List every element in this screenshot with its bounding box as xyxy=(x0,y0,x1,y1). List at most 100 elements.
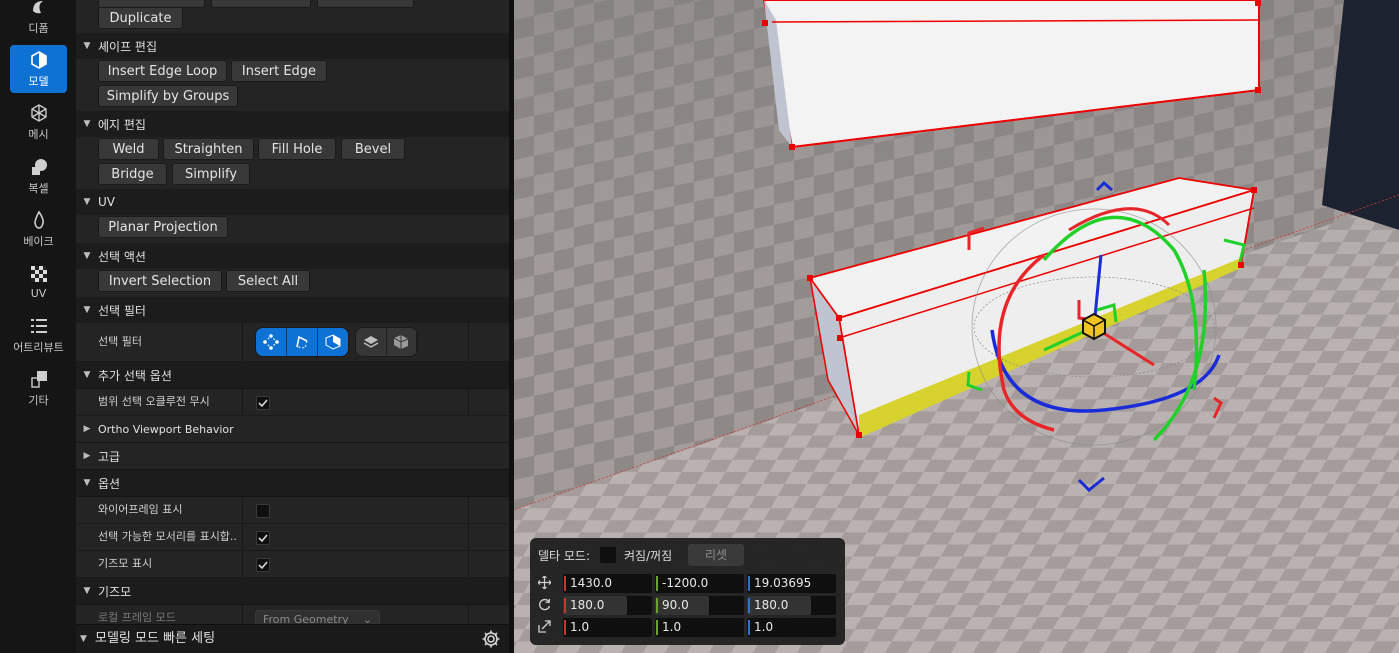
gizmo-pivot-icon[interactable] xyxy=(1082,312,1106,341)
model-icon xyxy=(29,50,49,70)
tool-panel: Duplicate ▼ 셰이프 편집 Insert Edge Loop Inse… xyxy=(76,0,510,653)
face-filter-icon[interactable] xyxy=(318,328,348,356)
invert-selection-button[interactable]: Invert Selection xyxy=(98,270,222,292)
insert-edge-button[interactable]: Insert Edge xyxy=(231,60,327,82)
planar-projection-button[interactable]: Planar Projection xyxy=(98,216,228,238)
insert-edge-loop-button[interactable]: Insert Edge Loop xyxy=(98,60,227,82)
straighten-button[interactable]: Straighten xyxy=(163,138,254,160)
mode-strip: 디폼 모델 메시 복셀 베이크 UV 어트리뷰트 기타 xyxy=(0,0,76,653)
mode-label: 모델 xyxy=(28,74,49,88)
section-title: 옵션 xyxy=(98,476,121,491)
collapse-arrow-icon: ▼ xyxy=(83,197,91,207)
gear-icon[interactable] xyxy=(481,629,501,653)
collapse-arrow-icon: ▼ xyxy=(80,634,87,644)
mode-voxel[interactable]: 복셀 xyxy=(10,152,67,200)
scale-x-field[interactable]: 1.0 xyxy=(563,618,652,637)
collapse-arrow-icon: ▼ xyxy=(83,305,91,315)
mode-label: 디폼 xyxy=(28,21,49,35)
section-selection-actions[interactable]: ▼ 선택 액션 xyxy=(76,243,510,270)
delta-mode-checkbox[interactable] xyxy=(600,547,616,563)
select-all-button[interactable]: Select All xyxy=(226,270,310,292)
collapse-arrow-icon: ▼ xyxy=(83,370,91,380)
location-y-field[interactable]: -1200.0 xyxy=(655,574,744,593)
modeling-quick-settings-bar[interactable]: ▼ 모델링 모드 빠른 세팅 xyxy=(76,624,510,653)
checkmark-icon xyxy=(258,561,268,570)
mode-bake[interactable]: 베이크 xyxy=(10,205,67,253)
section-extra-selection[interactable]: ▼ 추가 선택 옵션 xyxy=(76,362,510,389)
reset-button[interactable]: 리셋 xyxy=(688,544,744,566)
transform-widget: 델타 모드: 켜짐/꺼짐 리셋 1430.0 -1200.0 19.03695 … xyxy=(530,538,845,645)
delta-mode-label: 델타 모드: xyxy=(538,549,591,563)
bake-icon xyxy=(29,210,49,230)
mode-mesh[interactable]: 메시 xyxy=(10,98,67,146)
section-options[interactable]: ▼ 옵션 xyxy=(76,470,510,497)
mode-uv[interactable]: UV xyxy=(10,258,67,306)
expand-arrow-icon: ▶ xyxy=(83,451,91,461)
option-row-wireframe: 와이어프레임 표시 xyxy=(76,497,510,524)
duplicate-button[interactable]: Duplicate xyxy=(98,7,183,29)
section-title: 셰이프 편집 xyxy=(98,39,158,54)
hidden-button[interactable] xyxy=(317,0,414,8)
section-title: 고급 xyxy=(98,449,121,464)
collapse-arrow-icon: ▼ xyxy=(83,478,91,488)
section-title: Ortho Viewport Behavior xyxy=(98,422,234,436)
mode-deform[interactable]: 디폼 xyxy=(10,0,67,40)
selectable-edges-checkbox[interactable] xyxy=(256,531,270,545)
section-selection-filter[interactable]: ▼ 선택 필터 xyxy=(76,297,510,324)
attributes-icon xyxy=(29,316,49,336)
mode-label: 복셀 xyxy=(28,181,49,195)
mode-label: 베이크 xyxy=(23,234,54,248)
expand-arrow-icon: ▶ xyxy=(83,424,91,434)
weld-button[interactable]: Weld xyxy=(98,138,159,160)
bevel-button[interactable]: Bevel xyxy=(341,138,405,160)
polygroup-filter-icon[interactable] xyxy=(356,328,387,356)
collapse-arrow-icon: ▼ xyxy=(83,586,91,596)
rotation-x-field[interactable]: 180.0 xyxy=(563,596,652,615)
bridge-button[interactable]: Bridge xyxy=(98,163,167,185)
location-icon xyxy=(537,575,552,592)
toggle-label: 켜짐/꺼짐 xyxy=(624,549,673,563)
uv-buttons: Planar Projection xyxy=(76,215,510,243)
section-title: UV xyxy=(98,195,115,209)
marquee-occlusion-checkbox[interactable] xyxy=(256,396,270,410)
fill-hole-button[interactable]: Fill Hole xyxy=(258,138,336,160)
rotation-z-field[interactable]: 180.0 xyxy=(747,596,836,615)
selection-filter-row: 선택 필터 xyxy=(76,323,510,362)
mode-label: 메시 xyxy=(28,127,49,141)
mesh-icon xyxy=(29,103,49,123)
section-ortho-viewport[interactable]: ▶ Ortho Viewport Behavior xyxy=(76,416,510,443)
rotation-y-field[interactable]: 90.0 xyxy=(655,596,744,615)
marquee-occlusion-label: 범위 선택 오클루전 무시 xyxy=(98,395,210,408)
mode-attributes[interactable]: 어트리뷰트 xyxy=(10,311,67,359)
section-title: 기즈모 xyxy=(98,584,132,599)
wireframe-checkbox[interactable] xyxy=(256,504,270,518)
simplify-by-groups-button[interactable]: Simplify by Groups xyxy=(98,85,238,107)
mode-misc[interactable]: 기타 xyxy=(10,364,67,412)
option-row-show-gizmo: 기즈모 표시 xyxy=(76,551,510,578)
voxel-icon xyxy=(29,157,49,177)
collapse-arrow-icon: ▼ xyxy=(83,119,91,129)
edge-filter-icon[interactable] xyxy=(287,328,318,356)
collapse-arrow-icon: ▼ xyxy=(83,41,91,51)
hidden-button[interactable] xyxy=(211,0,311,8)
section-gizmo[interactable]: ▼ 기즈모 xyxy=(76,578,510,605)
section-advanced[interactable]: ▶ 고급 xyxy=(76,443,510,470)
location-z-field[interactable]: 19.03695 xyxy=(747,574,836,593)
section-title: 선택 액션 xyxy=(98,249,146,264)
option-label: 선택 가능한 모서리를 표시합... xyxy=(98,530,238,543)
section-edge-edit[interactable]: ▼ 에지 편집 xyxy=(76,111,510,138)
mode-model[interactable]: 모델 xyxy=(10,45,67,93)
mode-label: UV xyxy=(30,287,47,300)
scale-z-field[interactable]: 1.0 xyxy=(747,618,836,637)
section-title: 선택 필터 xyxy=(98,303,146,318)
vertex-filter-icon[interactable] xyxy=(256,328,287,356)
location-x-field[interactable]: 1430.0 xyxy=(563,574,652,593)
scale-y-field[interactable]: 1.0 xyxy=(655,618,744,637)
section-shape-edit[interactable]: ▼ 셰이프 편집 xyxy=(76,33,510,60)
show-gizmo-checkbox[interactable] xyxy=(256,558,270,572)
edge-edit-buttons: Weld Straighten Fill Hole Bevel Bridge S… xyxy=(76,137,510,189)
section-uv[interactable]: ▼ UV xyxy=(76,189,510,216)
mesh-filter-icon[interactable] xyxy=(386,328,417,356)
option-label: 기즈모 표시 xyxy=(98,557,153,570)
simplify-button[interactable]: Simplify xyxy=(172,163,250,185)
